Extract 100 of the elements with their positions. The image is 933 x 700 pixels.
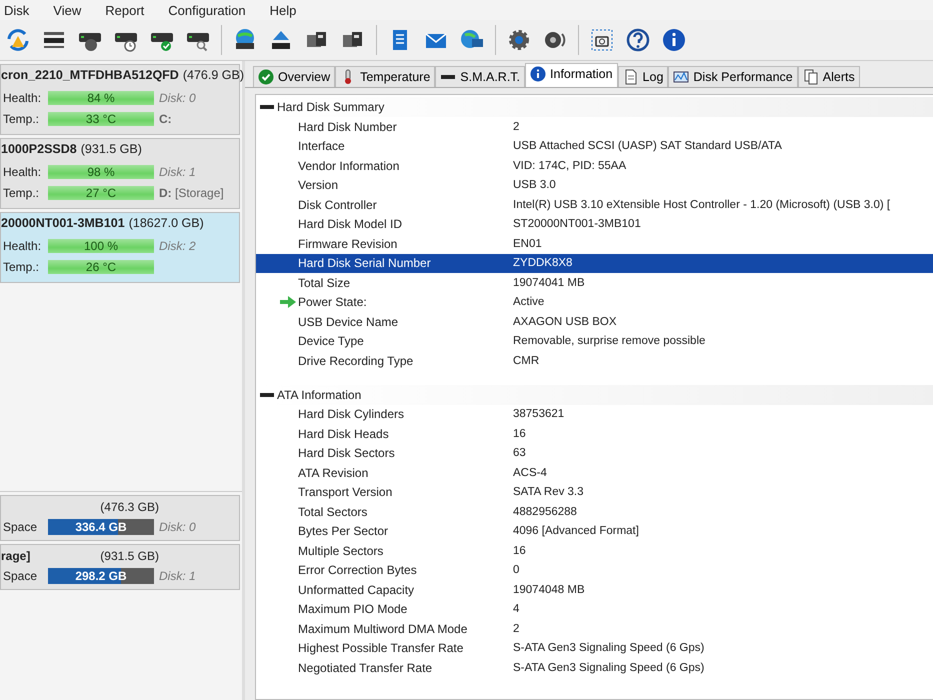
info-label: Power State: xyxy=(298,295,368,310)
info-row[interactable]: Version USB 3.0 xyxy=(256,176,933,195)
info-value: ZYDDK8X8 xyxy=(513,257,574,270)
graph-icon xyxy=(673,69,690,85)
menu-item[interactable]: Report xyxy=(105,2,144,18)
temperature-label: Temp.: xyxy=(2,186,40,200)
info-row[interactable]: Hard Disk Number 2 xyxy=(256,117,933,136)
free-space-bar: 336.4 GB xyxy=(48,518,154,534)
tab[interactable]: Information xyxy=(525,63,618,87)
info-row[interactable]: Vendor Information VID: 174C, PID: 55AA xyxy=(256,156,933,176)
tab[interactable]: Temperature xyxy=(335,66,436,87)
info-label: Total Sectors xyxy=(298,504,368,519)
info-value: 38753621 xyxy=(513,408,566,420)
info-value: SATA Rev 3.3 xyxy=(513,486,585,498)
menu-item[interactable]: Configuration xyxy=(168,2,246,18)
info-label: Hard Disk Cylinders xyxy=(298,407,406,422)
info-row[interactable]: Hard Disk Heads 16 xyxy=(256,424,933,444)
disk-model: 1000P2SSD8 xyxy=(1,142,77,156)
info-row[interactable]: Total Sectors 4882956288 xyxy=(256,502,933,522)
info-value: Intel(R) USB 3.10 eXtensible Host Controller - 1.20 (Microsoft) (USB 3.0) [ xyxy=(513,198,892,211)
info-row[interactable]: USB Device Name AXAGON USB BOX xyxy=(256,312,933,332)
partition-card[interactable]: rage] (931.5 GB) Space 298.2 GB Disk: 1 xyxy=(0,544,240,590)
info-label: Vendor Information xyxy=(298,158,400,173)
tab[interactable]: Log xyxy=(618,66,668,87)
free-space-bar: 298.2 GB xyxy=(48,568,154,584)
tab[interactable]: S.M.A.R.T. xyxy=(435,66,526,87)
info-row[interactable]: Power State: Active xyxy=(256,292,933,312)
partition-name: rage] xyxy=(1,549,30,563)
info-value: Removable, surprise remove possible xyxy=(513,335,706,348)
info-value: Active xyxy=(513,296,546,308)
info-row[interactable]: Hard Disk Serial Number ZYDDK8X8 xyxy=(256,254,933,273)
info-row[interactable]: Multiple Sectors 16 xyxy=(256,541,933,560)
info-row[interactable]: Bytes Per Sector 4096 [Advanced Format] xyxy=(256,522,933,541)
info-row[interactable]: Device Type Removable, surprise remove possible xyxy=(256,332,933,351)
info-label: Highest Possible Transfer Rate xyxy=(298,641,464,656)
partition-size: (476.3 GB) xyxy=(100,500,159,514)
info-row[interactable]: Hard Disk Model ID ST20000NT001-3MB101 xyxy=(256,214,933,234)
partition-card[interactable]: (476.3 GB) Space 336.4 GB Disk: 0 xyxy=(0,495,240,541)
info-row[interactable]: Total Size 19074041 MB xyxy=(256,273,933,292)
disk-number: Disk: 1 xyxy=(159,568,196,582)
info-label: Hard Disk Heads xyxy=(298,426,390,441)
health-label: Health: xyxy=(2,238,42,252)
menu-item[interactable]: Disk xyxy=(4,2,30,18)
tab[interactable]: Disk Performance xyxy=(668,66,798,87)
check-icon xyxy=(258,69,274,85)
tab[interactable]: Overview xyxy=(253,66,336,87)
info-value: S-ATA Gen3 Signaling Speed (6 Gps) xyxy=(513,662,706,674)
info-label: Interface xyxy=(298,139,346,154)
info-value: ST20000NT001-3MB101 xyxy=(513,218,642,230)
section-title: ATA Information xyxy=(277,388,362,402)
info-label: Transport Version xyxy=(298,485,394,500)
info-label: Drive Recording Type xyxy=(298,354,414,368)
info-value: USB Attached SCSI (UASP) SAT Standard USB/ATA xyxy=(513,140,783,152)
info-label: Hard Disk Sectors xyxy=(298,446,396,460)
disk-number: Disk: 1 xyxy=(159,164,196,178)
temperature-bar: 33 °C xyxy=(48,112,154,126)
info-label: Bytes Per Sector xyxy=(298,524,390,538)
info-row[interactable]: Highest Possible Transfer Rate S-ATA Gen3 Signaling Speed (6 Gps) xyxy=(256,638,933,658)
tab[interactable]: Alerts xyxy=(798,66,860,87)
info-label: Version xyxy=(298,178,340,192)
info-value: 4 xyxy=(513,603,520,616)
info-label: Negotiated Transfer Rate xyxy=(298,660,434,675)
disk-card[interactable]: 20000NT001-3MB101 (18627.0 GB) Health: 100 % Disk: 2 Temp.: 26 °C xyxy=(0,212,240,283)
info-label: ATA Revision xyxy=(298,466,370,480)
info-row[interactable]: Transport Version SATA Rev 3.3 xyxy=(256,482,933,502)
info-label: Hard Disk Number xyxy=(298,120,398,134)
info-row[interactable]: Firmware Revision EN01 xyxy=(256,234,933,254)
drive-letter: C: xyxy=(159,112,172,126)
collapse-icon[interactable] xyxy=(260,104,274,110)
info-label: Device Type xyxy=(298,334,365,348)
info-row[interactable]: Hard Disk Cylinders 38753621 xyxy=(256,404,933,424)
info-value: ACS-4 xyxy=(513,466,548,479)
info-row[interactable]: Maximum Multiword DMA Mode 2 xyxy=(256,619,933,638)
collapse-icon[interactable] xyxy=(260,392,274,398)
health-bar: 98 % xyxy=(48,164,154,178)
info-row[interactable]: Maximum PIO Mode 4 xyxy=(256,600,933,619)
info-row[interactable]: Negotiated Transfer Rate S-ATA Gen3 Signaling Speed (6 Gps) xyxy=(256,658,933,678)
info-row[interactable]: Disk Controller Intel(R) USB 3.10 eXtensible Host Controller - 1.20 (Microsoft) (USB 3.0) [ xyxy=(256,195,933,214)
info-value: 2 xyxy=(513,622,520,635)
info-label: Hard Disk Model ID xyxy=(298,217,404,232)
disk-card[interactable]: 1000P2SSD8 (931.5 GB) Health: 98 % Disk: 1 Temp.: 27 °C D: [Storage] xyxy=(0,138,240,209)
menu-item[interactable]: Help xyxy=(270,2,296,18)
disk-number: Disk: 0 xyxy=(159,90,196,104)
info-row[interactable]: Hard Disk Sectors 63 xyxy=(256,444,933,463)
partition-size: (931.5 GB) xyxy=(100,549,159,563)
info-label: Disk Controller xyxy=(298,198,378,212)
temperature-label: Temp.: xyxy=(2,260,40,274)
info-row[interactable]: Error Correction Bytes 0 xyxy=(256,560,933,580)
info-row[interactable]: Drive Recording Type CMR xyxy=(256,351,933,370)
temperature-bar: 26 °C xyxy=(48,260,154,274)
info-row[interactable]: Unformatted Capacity 19074048 MB xyxy=(256,580,933,600)
free-space-label: Space xyxy=(2,568,38,582)
disk-size: (18627.0 GB) xyxy=(128,216,204,230)
info-row[interactable]: Interface USB Attached SCSI (UASP) SAT Standard USB/ATA xyxy=(256,136,933,156)
free-space-label: Space xyxy=(2,520,38,534)
info-value: 63 xyxy=(513,447,527,460)
info-value: USB 3.0 xyxy=(513,179,557,192)
menu-item[interactable]: View xyxy=(53,2,82,18)
info-row[interactable]: ATA Revision ACS-4 xyxy=(256,463,933,482)
disk-size: (931.5 GB) xyxy=(80,142,142,156)
